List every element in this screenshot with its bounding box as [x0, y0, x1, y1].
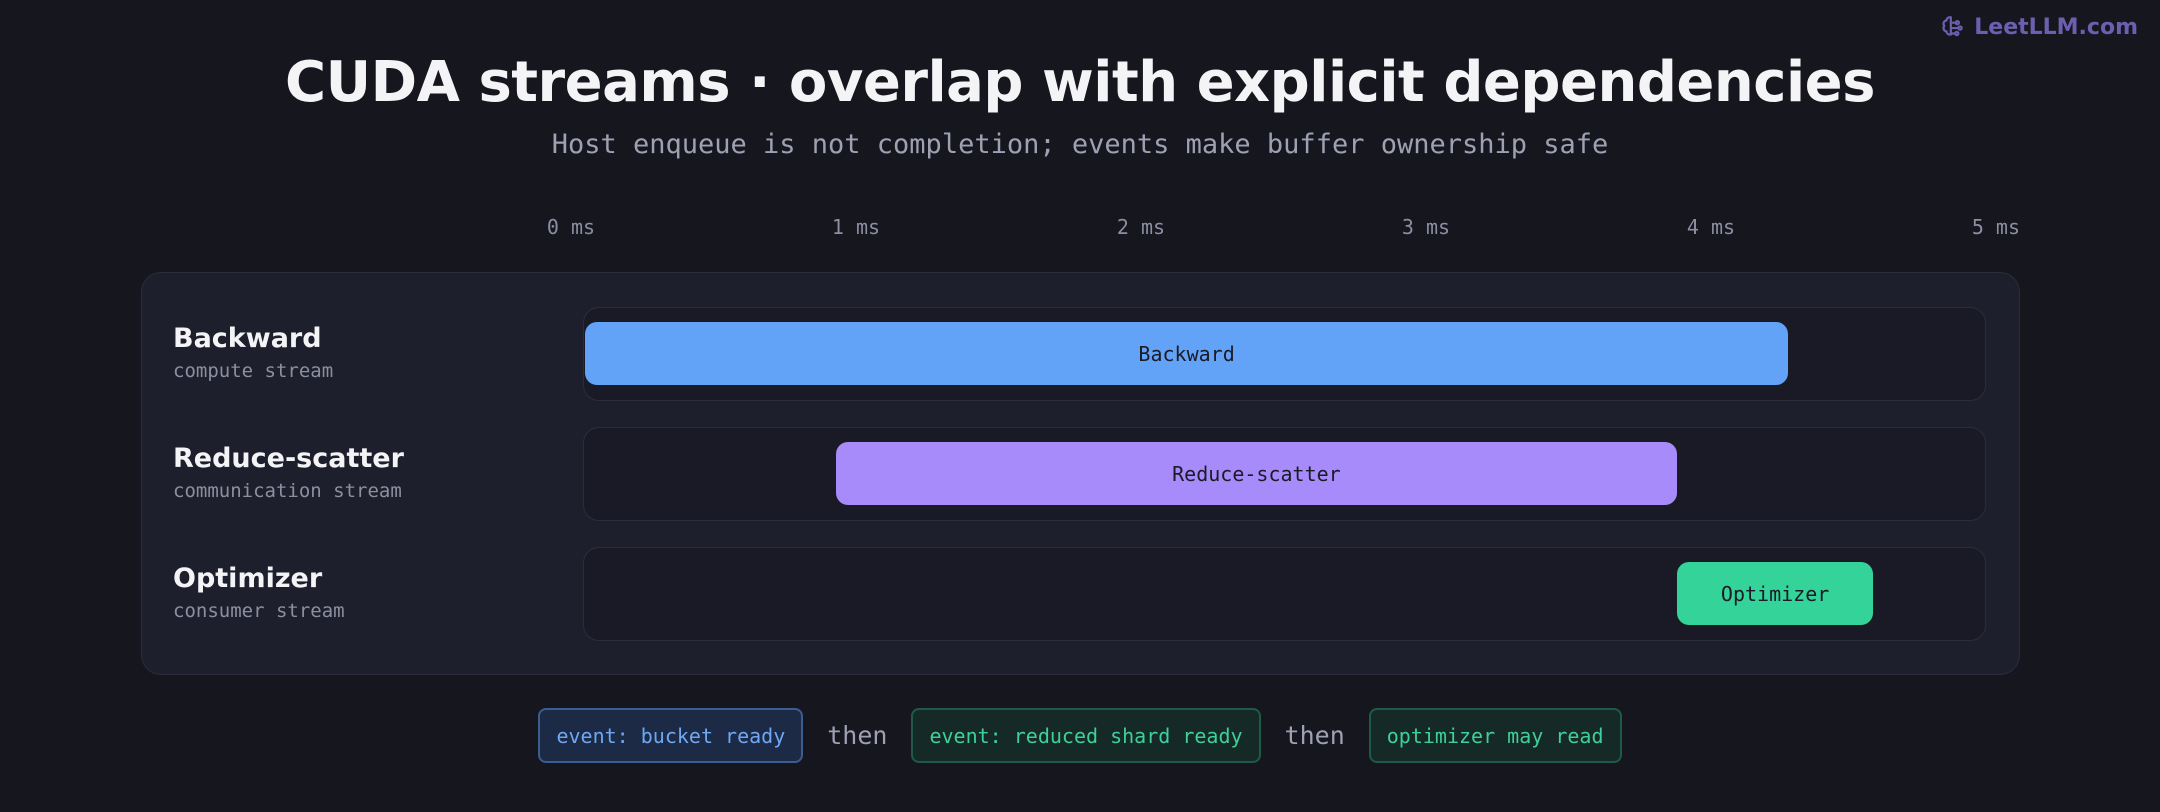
stream-label-optimizer: Optimizer consumer stream: [173, 563, 345, 622]
event-pill-optimizer-may-read: optimizer may read: [1368, 708, 1622, 763]
event-pill-reduced-shard-ready: event: reduced shard ready: [911, 708, 1261, 763]
axis-tick-2-ms: 2 ms: [1116, 215, 1166, 239]
then-separator: then: [1284, 721, 1345, 750]
brand-name: LeetLLM.com: [1974, 14, 2138, 40]
stream-description: consumer stream: [173, 600, 345, 622]
diagram-canvas: LeetLLM.com CUDA streams · overlap with …: [0, 0, 2160, 812]
event-pill-bucket-ready: event: bucket ready: [538, 708, 804, 763]
axis-tick-0-ms: 0 ms: [546, 215, 596, 239]
axis-tick-3-ms: 3 ms: [1401, 215, 1451, 239]
page-title: CUDA streams · overlap with explicit dep…: [285, 50, 1875, 115]
stream-name: Backward: [173, 323, 322, 354]
stream-bar-backward[interactable]: Backward: [585, 322, 1788, 385]
page-subtitle: Host enqueue is not completion; events m…: [551, 129, 1609, 160]
stream-name: Reduce-scatter: [173, 443, 404, 474]
axis-tick-5-ms: 5 ms: [1971, 215, 2020, 239]
stream-bar-optimizer[interactable]: Optimizer: [1676, 562, 1874, 625]
dependency-legend: event: bucket ready then event: reduced …: [0, 708, 2160, 763]
stream-name: Optimizer: [173, 563, 323, 594]
stream-description: communication stream: [173, 480, 402, 502]
axis-tick-4-ms: 4 ms: [1686, 215, 1736, 239]
brand-logo[interactable]: LeetLLM.com: [1940, 14, 2138, 40]
stream-description: compute stream: [173, 360, 334, 382]
axis-tick-1-ms: 1 ms: [831, 215, 881, 239]
brain-icon: [1942, 16, 1963, 37]
stream-bar-reduce-scatter[interactable]: Reduce-scatter: [836, 442, 1677, 505]
then-separator: then: [827, 721, 888, 750]
stream-label-backward: Backward compute stream: [173, 323, 333, 382]
stream-label-reduce-scatter: Reduce-scatter communication stream: [173, 443, 404, 502]
